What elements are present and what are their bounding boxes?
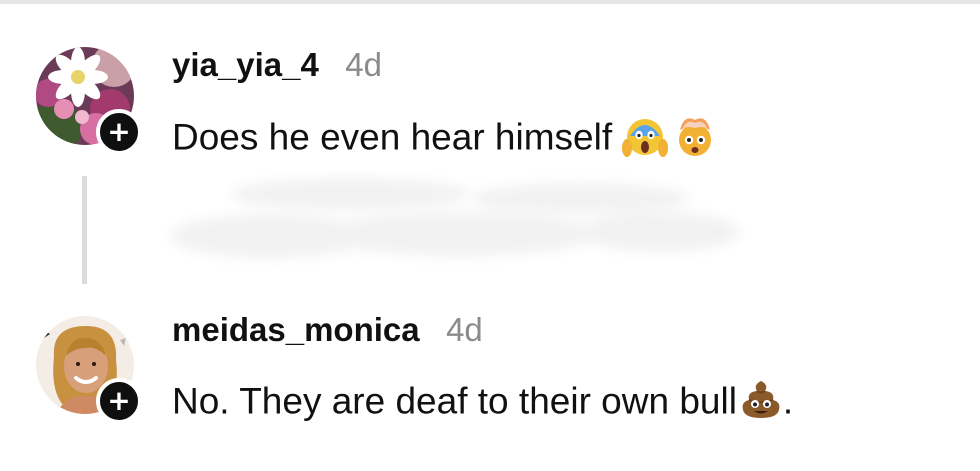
redacted-content-blur bbox=[160, 172, 750, 272]
comment-text: No. They are deaf to their own bull . bbox=[172, 377, 793, 430]
comment-text-content: No. They are deaf to their own bull bbox=[172, 380, 737, 422]
timestamp: 4d bbox=[446, 311, 483, 348]
comment-header: meidas_monica 4d bbox=[172, 311, 483, 349]
timestamp: 4d bbox=[345, 46, 382, 83]
reply-thread-line bbox=[82, 176, 87, 284]
avatar-container[interactable]: + bbox=[36, 316, 142, 424]
exploding-head-emoji-icon bbox=[672, 112, 718, 167]
comment-text-content: Does he even hear himself bbox=[172, 116, 613, 158]
screaming-face-emoji-icon bbox=[622, 112, 669, 167]
comment-text-suffix: . bbox=[782, 380, 794, 422]
comment-header: yia_yia_4 4d bbox=[172, 46, 382, 84]
comment-text: Does he even hear himself bbox=[172, 112, 718, 167]
username[interactable]: meidas_monica bbox=[172, 311, 420, 348]
username[interactable]: yia_yia_4 bbox=[172, 46, 319, 83]
follow-plus-button[interactable]: + bbox=[96, 109, 142, 155]
pile-of-poo-emoji-icon bbox=[739, 377, 783, 430]
avatar-container[interactable]: + bbox=[36, 47, 142, 155]
top-divider bbox=[0, 0, 980, 4]
follow-plus-button[interactable]: + bbox=[96, 378, 142, 424]
